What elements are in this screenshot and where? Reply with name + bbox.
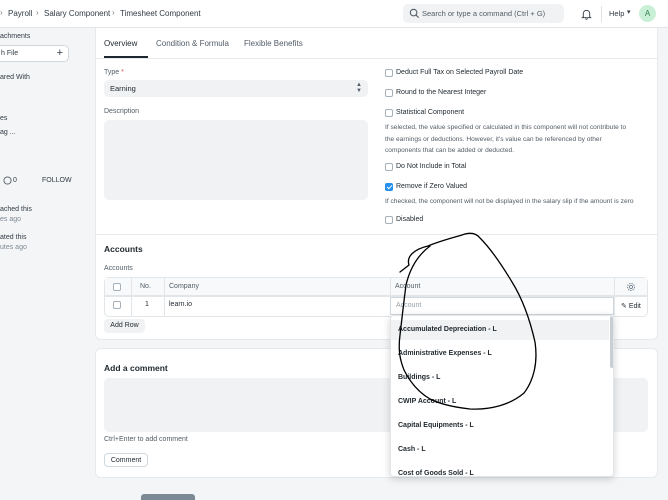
- divider: [601, 6, 602, 22]
- active-tab-indicator: [104, 56, 148, 58]
- attachments-label: achments: [0, 33, 31, 40]
- comment-icon[interactable]: [3, 176, 12, 185]
- comment-hint: Ctrl+Enter to add comment: [104, 436, 188, 443]
- remove-if-zero-checkbox[interactable]: [385, 183, 393, 191]
- dropdown-scrollbar[interactable]: [610, 316, 613, 368]
- navbar: › Payroll › Salary Component › Timesheet…: [0, 0, 668, 28]
- column-divider: [390, 278, 391, 296]
- comment-button[interactable]: Comment: [104, 453, 148, 467]
- partial-button[interactable]: [141, 494, 195, 500]
- activity-line: ated this: [0, 234, 27, 241]
- activity-time: utes ago: [0, 244, 27, 251]
- column-header-company: Company: [169, 283, 199, 290]
- chevron-down-icon[interactable]: ▾: [627, 8, 631, 16]
- breadcrumb-separator: ›: [36, 8, 39, 17]
- account-input[interactable]: Account: [390, 297, 614, 315]
- dropdown-item[interactable]: Cost of Goods Sold - L: [391, 464, 609, 476]
- deduct-full-tax-label: Deduct Full Tax on Selected Payroll Date: [396, 69, 524, 76]
- company-cell[interactable]: learn.io: [169, 301, 192, 308]
- add-row-button[interactable]: Add Row: [104, 319, 145, 333]
- breadcrumb-timesheet-component[interactable]: Timesheet Component: [120, 9, 201, 18]
- type-select[interactable]: Earning ▲ ▼: [104, 80, 368, 97]
- attach-file-label: h File: [1, 50, 19, 57]
- tab-flexible-benefits[interactable]: Flexible Benefits: [244, 39, 303, 48]
- dropdown-item[interactable]: Buildings - L: [391, 368, 609, 388]
- gear-icon[interactable]: [626, 282, 636, 292]
- search-placeholder: Search or type a command (Ctrl + G): [422, 9, 546, 18]
- help-menu[interactable]: Help: [609, 9, 624, 18]
- column-header-account: Account: [395, 283, 421, 290]
- breadcrumb-salary-component[interactable]: Salary Component: [44, 9, 110, 18]
- search-icon: [409, 8, 420, 19]
- accounts-table-label: Accounts: [104, 265, 133, 272]
- statistical-help-text: If selected, the value specified or calc…: [385, 124, 627, 131]
- like-count: 0: [13, 177, 17, 184]
- add-tag-link[interactable]: ag ...: [0, 129, 16, 136]
- dropdown-item[interactable]: Capital Equipments - L: [391, 416, 609, 436]
- dropdown-item[interactable]: Accumulated Depreciation - L: [391, 320, 609, 340]
- avatar[interactable]: A: [639, 5, 656, 22]
- statistical-help-text: the earnings or deductions. However, it'…: [385, 135, 602, 143]
- statistical-component-checkbox[interactable]: [385, 109, 393, 117]
- search-bar[interactable]: Search or type a command (Ctrl + G): [403, 4, 564, 23]
- row-number: 1: [145, 301, 149, 308]
- tags-label: es: [0, 115, 8, 122]
- remove-if-zero-help-text: If checked, the component will not be di…: [385, 198, 634, 205]
- statistical-help-text: components that can be added or deducted…: [385, 147, 515, 154]
- dropdown-item[interactable]: CWIP Account - L: [391, 392, 609, 412]
- column-divider: [614, 278, 615, 316]
- column-divider: [164, 278, 165, 316]
- round-nearest-integer-label: Round to the Nearest Integer: [396, 89, 487, 96]
- column-header-no: No.: [140, 283, 151, 290]
- type-label: Type *: [104, 69, 124, 76]
- select-arrows-icon: ▲ ▼: [356, 82, 362, 94]
- tabs-divider: [95, 58, 658, 59]
- edit-row-button[interactable]: ✎ Edit: [621, 302, 641, 310]
- do-not-include-label: Do Not Include in Total: [396, 163, 467, 170]
- attach-file-button[interactable]: h File +: [0, 45, 69, 62]
- breadcrumb-payroll[interactable]: Payroll: [8, 9, 32, 18]
- description-field[interactable]: [104, 120, 368, 200]
- description-label: Description: [104, 108, 140, 115]
- plus-icon: +: [56, 47, 63, 59]
- disabled-checkbox[interactable]: [385, 216, 393, 224]
- tab-condition-formula[interactable]: Condition & Formula: [156, 39, 229, 48]
- activity-line: ached this: [0, 206, 32, 213]
- do-not-include-checkbox[interactable]: [385, 163, 393, 171]
- tab-overview[interactable]: Overview: [104, 39, 137, 48]
- select-all-checkbox[interactable]: [113, 283, 121, 291]
- section-divider: [95, 234, 658, 235]
- dropdown-item[interactable]: Administrative Expenses - L: [391, 344, 609, 364]
- add-comment-title: Add a comment: [104, 363, 168, 373]
- accounts-section-title: Accounts: [104, 244, 143, 254]
- column-divider: [131, 278, 132, 316]
- bell-icon[interactable]: [581, 8, 592, 20]
- account-dropdown: Accumulated Depreciation - L Administrat…: [390, 315, 614, 477]
- round-nearest-integer-checkbox[interactable]: [385, 89, 393, 97]
- type-value: Earning: [110, 84, 136, 93]
- activity-time: es ago: [0, 216, 22, 223]
- row-checkbox[interactable]: [113, 301, 121, 309]
- shared-with-label: ared With: [0, 74, 30, 81]
- follow-button[interactable]: FOLLOW: [42, 177, 72, 184]
- disabled-label: Disabled: [396, 216, 424, 223]
- dropdown-item[interactable]: Cash - L: [391, 440, 609, 460]
- deduct-full-tax-checkbox[interactable]: [385, 69, 393, 77]
- remove-if-zero-label: Remove if Zero Valued: [396, 183, 468, 190]
- statistical-component-label: Statistical Component: [396, 109, 465, 116]
- account-placeholder: Account: [396, 302, 422, 309]
- breadcrumb-separator: ›: [112, 8, 115, 17]
- breadcrumb-separator: ›: [0, 8, 3, 17]
